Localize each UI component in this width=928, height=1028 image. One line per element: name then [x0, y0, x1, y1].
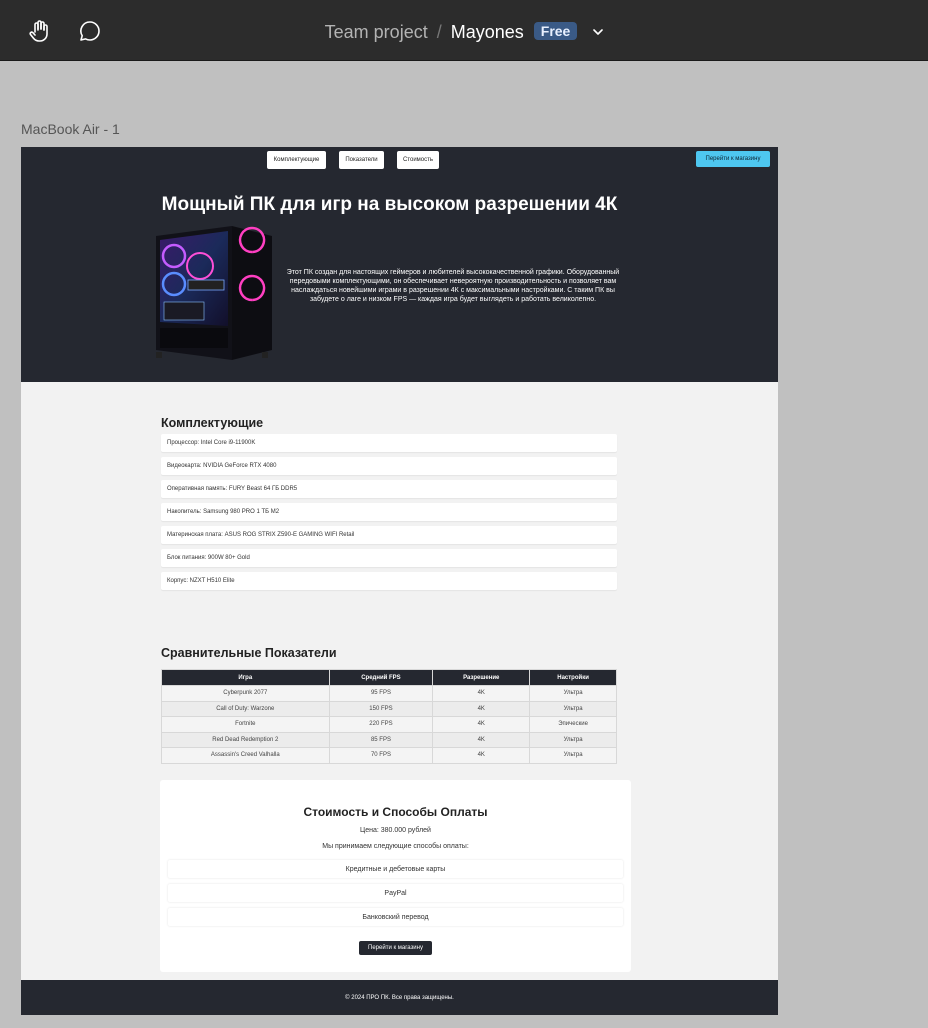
table-cell: Ультра — [529, 731, 617, 748]
table-cell: Assassin's Creed Valhalla — [161, 747, 330, 764]
footer: © 2024 ПРО ПК. Все права защищены. — [21, 980, 778, 1015]
price-text: Цена: 380.000 рублей — [360, 827, 431, 834]
component-item: Видеокарта: NVIDIA GeForce RTX 4080 — [161, 457, 617, 475]
payment-method: Кредитные и дебетовые карты — [168, 860, 623, 878]
table-cell: Ультра — [529, 747, 617, 764]
table-cell: 4K — [432, 700, 531, 717]
nav-stats-button[interactable]: Показатели — [339, 151, 384, 169]
hero-title: Мощный ПК для игр на высоком разрешении … — [161, 194, 618, 215]
column-header: Настройки — [529, 669, 617, 686]
stats-title: Сравнительные Показатели — [161, 646, 337, 660]
hero-description: Этот ПК создан для настоящих геймеров и … — [286, 269, 620, 303]
pc-case-image — [152, 222, 274, 369]
table-row: Call of Duty: Warzone 150 FPS 4K Ультра — [161, 700, 617, 717]
table-cell: 4K — [432, 747, 531, 764]
component-item: Корпус: NZXT H510 Elite — [161, 572, 617, 590]
go-to-shop-button[interactable]: Перейти к магазину — [359, 941, 432, 955]
column-header: Разрешение — [432, 669, 531, 686]
table-cell: 4K — [432, 685, 531, 702]
nav-components-button[interactable]: Комплектующие — [267, 151, 326, 169]
table-cell: 150 FPS — [328, 700, 434, 717]
components-title: Комплектующие — [161, 416, 264, 430]
hero-section: Комплектующие Показатели Стоимость Перей… — [21, 147, 778, 382]
component-item: Материнская плата: ASUS ROG STRIX Z590-E… — [161, 526, 617, 544]
table-cell: Ультра — [529, 685, 617, 702]
table-cell: Ультра — [529, 700, 617, 717]
breadcrumb-file[interactable]: Mayones — [451, 22, 524, 42]
footer-copyright: © 2024 ПРО ПК. Все права защищены. — [345, 994, 454, 1001]
table-cell: 85 FPS — [328, 731, 434, 748]
table-header-row: Игра Средний FPS Разрешение Настройки — [161, 669, 617, 686]
column-header: Средний FPS — [328, 669, 434, 686]
column-header: Игра — [161, 669, 330, 686]
table-row: Assassin's Creed Valhalla 70 FPS 4K Ульт… — [161, 747, 617, 764]
breadcrumb-separator: / — [436, 22, 442, 42]
chevron-down-icon[interactable] — [593, 20, 604, 41]
table-cell: Red Dead Redemption 2 — [161, 731, 330, 748]
pricing-title: Стоимость и Способы Оплаты — [303, 805, 488, 819]
table-cell: 95 FPS — [328, 685, 434, 702]
table-row: Cyberpunk 2077 95 FPS 4K Ультра — [161, 685, 617, 702]
table-row: Red Dead Redemption 2 85 FPS 4K Ультра — [161, 731, 617, 748]
frame-label[interactable]: MacBook Air - 1 — [21, 121, 120, 137]
pricing-card: Стоимость и Способы Оплаты Цена: 380.000… — [160, 780, 631, 972]
nav-price-button[interactable]: Стоимость — [397, 151, 439, 169]
table-cell: 4K — [432, 731, 531, 748]
top-toolbar: Team project / Mayones Free — [0, 0, 928, 61]
breadcrumb-team[interactable]: Team project — [325, 22, 428, 42]
component-item: Блок питания: 900W 80+ Gold — [161, 549, 617, 567]
table-cell: 220 FPS — [328, 716, 434, 733]
table-cell: Cyberpunk 2077 — [161, 685, 330, 702]
breadcrumb: Team project / Mayones Free — [0, 20, 928, 43]
component-item: Накопитель: Samsung 980 PRO 1 ТБ M2 — [161, 503, 617, 521]
table-cell: Call of Duty: Warzone — [161, 700, 330, 717]
component-item: Процессор: Intel Core i9-11900K — [161, 434, 617, 452]
table-cell: 70 FPS — [328, 747, 434, 764]
stats-table: Игра Средний FPS Разрешение Настройки Cy… — [161, 669, 617, 764]
table-cell: Fortnite — [161, 716, 330, 733]
payment-intro: Мы принимаем следующие способы оплаты: — [322, 843, 469, 850]
table-cell: Эпические — [529, 716, 617, 733]
design-frame: Комплектующие Показатели Стоимость Перей… — [21, 147, 778, 1015]
plan-badge: Free — [533, 22, 578, 40]
payment-method: PayPal — [168, 884, 623, 902]
table-cell: 4K — [432, 716, 531, 733]
component-item: Оперативная память: FURY Beast 64 ГБ DDR… — [161, 480, 617, 498]
payment-method: Банковский перевод — [168, 908, 623, 926]
shop-button[interactable]: Перейти к магазину — [696, 151, 770, 167]
table-row: Fortnite 220 FPS 4K Эпические — [161, 716, 617, 733]
